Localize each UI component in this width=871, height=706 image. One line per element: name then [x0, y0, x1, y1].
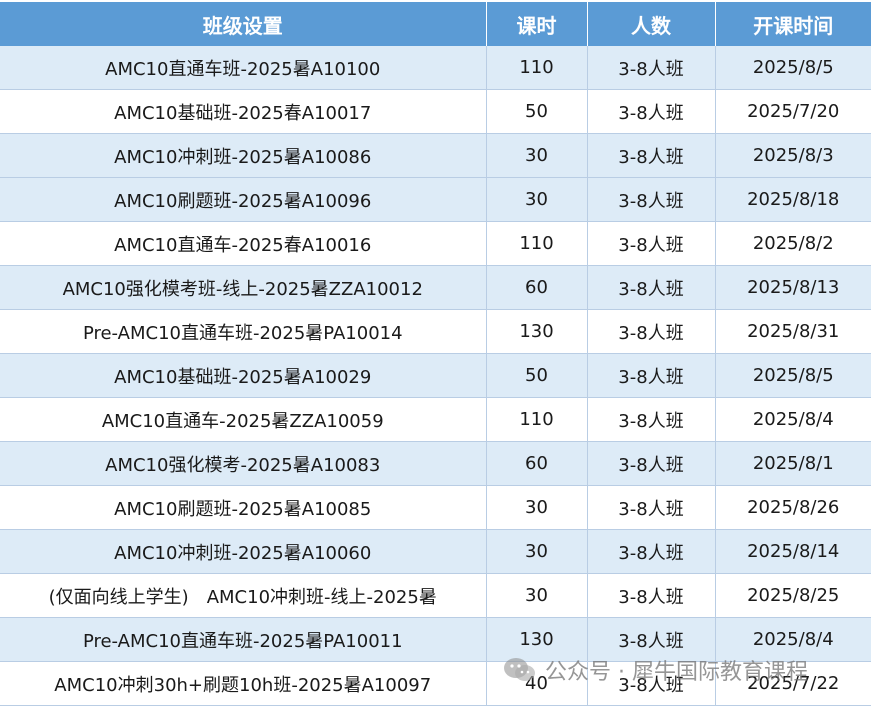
cell-start-date: 2025/8/14: [715, 529, 871, 574]
header-hours: 课时: [486, 2, 588, 46]
table-row: AMC10冲刺30h+刷题10h班-2025暑A10097 40 3-8人班 2…: [0, 661, 871, 706]
cell-start-date: 2025/8/25: [715, 573, 871, 618]
table-row: AMC10强化模考班-线上-2025暑ZZA10012 60 3-8人班 202…: [0, 265, 871, 310]
cell-start-date: 2025/7/20: [715, 89, 871, 134]
cell-class-name: AMC10基础班-2025暑A10029: [0, 353, 487, 398]
cell-start-date: 2025/8/2: [715, 221, 871, 266]
table-row: AMC10基础班-2025春A10017 50 3-8人班 2025/7/20: [0, 89, 871, 134]
header-start-date: 开课时间: [715, 2, 871, 46]
table-row: AMC10基础班-2025暑A10029 50 3-8人班 2025/8/5: [0, 353, 871, 398]
cell-class-size: 3-8人班: [587, 485, 716, 530]
cell-class-name: AMC10直通车班-2025暑A10100: [0, 46, 487, 90]
cell-hours: 110: [486, 221, 588, 266]
table-row: Pre-AMC10直通车班-2025暑PA10014 130 3-8人班 202…: [0, 309, 871, 354]
cell-hours: 50: [486, 353, 588, 398]
cell-class-name: AMC10基础班-2025春A10017: [0, 89, 487, 134]
header-row: 班级设置 课时 人数 开课时间: [0, 2, 871, 46]
cell-class-size: 3-8人班: [587, 309, 716, 354]
cell-class-name: AMC10强化模考班-线上-2025暑ZZA10012: [0, 265, 487, 310]
cell-class-size: 3-8人班: [587, 177, 716, 222]
cell-class-size: 3-8人班: [587, 397, 716, 442]
cell-hours: 60: [486, 441, 588, 486]
table-row: AMC10冲刺班-2025暑A10086 30 3-8人班 2025/8/3: [0, 133, 871, 178]
cell-start-date: 2025/8/5: [715, 353, 871, 398]
cell-class-size: 3-8人班: [587, 529, 716, 574]
cell-start-date: 2025/8/4: [715, 617, 871, 662]
cell-start-date: 2025/7/22: [715, 661, 871, 706]
cell-class-name: AMC10强化模考-2025暑A10083: [0, 441, 487, 486]
cell-class-size: 3-8人班: [587, 133, 716, 178]
cell-hours: 30: [486, 529, 588, 574]
cell-class-name: AMC10刷题班-2025暑A10096: [0, 177, 487, 222]
cell-class-name: AMC10冲刺班-2025暑A10086: [0, 133, 487, 178]
cell-hours: 130: [486, 617, 588, 662]
table-row: AMC10刷题班-2025暑A10085 30 3-8人班 2025/8/26: [0, 485, 871, 530]
class-schedule-table: 班级设置 课时 人数 开课时间 AMC10直通车班-2025暑A10100 11…: [0, 2, 871, 706]
cell-class-size: 3-8人班: [587, 441, 716, 486]
table-row: AMC10直通车-2025暑ZZA10059 110 3-8人班 2025/8/…: [0, 397, 871, 442]
cell-start-date: 2025/8/13: [715, 265, 871, 310]
cell-start-date: 2025/8/26: [715, 485, 871, 530]
header-class-size: 人数: [587, 2, 716, 46]
cell-hours: 30: [486, 485, 588, 530]
cell-hours: 130: [486, 309, 588, 354]
table-row: AMC10直通车班-2025暑A10100 110 3-8人班 2025/8/5: [0, 46, 871, 90]
cell-class-name: AMC10冲刺30h+刷题10h班-2025暑A10097: [0, 661, 487, 706]
cell-hours: 110: [486, 46, 588, 90]
cell-start-date: 2025/8/31: [715, 309, 871, 354]
cell-class-name: (仅面向线上学生) AMC10冲刺班-线上-2025暑: [0, 573, 487, 618]
cell-class-name: AMC10刷题班-2025暑A10085: [0, 485, 487, 530]
cell-hours: 50: [486, 89, 588, 134]
cell-class-size: 3-8人班: [587, 89, 716, 134]
cell-class-size: 3-8人班: [587, 46, 716, 90]
cell-hours: 30: [486, 177, 588, 222]
table-row: AMC10冲刺班-2025暑A10060 30 3-8人班 2025/8/14: [0, 529, 871, 574]
cell-start-date: 2025/8/5: [715, 46, 871, 90]
cell-class-size: 3-8人班: [587, 573, 716, 618]
cell-start-date: 2025/8/1: [715, 441, 871, 486]
cell-class-name: Pre-AMC10直通车班-2025暑PA10011: [0, 617, 487, 662]
cell-class-name: AMC10直通车-2025暑ZZA10059: [0, 397, 487, 442]
table-row: AMC10直通车-2025春A10016 110 3-8人班 2025/8/2: [0, 221, 871, 266]
cell-hours: 40: [486, 661, 588, 706]
cell-class-size: 3-8人班: [587, 617, 716, 662]
cell-start-date: 2025/8/18: [715, 177, 871, 222]
cell-hours: 30: [486, 573, 588, 618]
cell-class-size: 3-8人班: [587, 353, 716, 398]
cell-class-name: AMC10冲刺班-2025暑A10060: [0, 529, 487, 574]
cell-class-name: AMC10直通车-2025春A10016: [0, 221, 487, 266]
table-row: AMC10强化模考-2025暑A10083 60 3-8人班 2025/8/1: [0, 441, 871, 486]
cell-start-date: 2025/8/4: [715, 397, 871, 442]
cell-class-size: 3-8人班: [587, 265, 716, 310]
cell-hours: 30: [486, 133, 588, 178]
cell-class-size: 3-8人班: [587, 661, 716, 706]
table-row: (仅面向线上学生) AMC10冲刺班-线上-2025暑 30 3-8人班 202…: [0, 573, 871, 618]
cell-hours: 110: [486, 397, 588, 442]
cell-class-name: Pre-AMC10直通车班-2025暑PA10014: [0, 309, 487, 354]
cell-class-size: 3-8人班: [587, 221, 716, 266]
cell-hours: 60: [486, 265, 588, 310]
header-class-name: 班级设置: [0, 2, 487, 46]
table-row: AMC10刷题班-2025暑A10096 30 3-8人班 2025/8/18: [0, 177, 871, 222]
cell-start-date: 2025/8/3: [715, 133, 871, 178]
table-row: Pre-AMC10直通车班-2025暑PA10011 130 3-8人班 202…: [0, 617, 871, 662]
